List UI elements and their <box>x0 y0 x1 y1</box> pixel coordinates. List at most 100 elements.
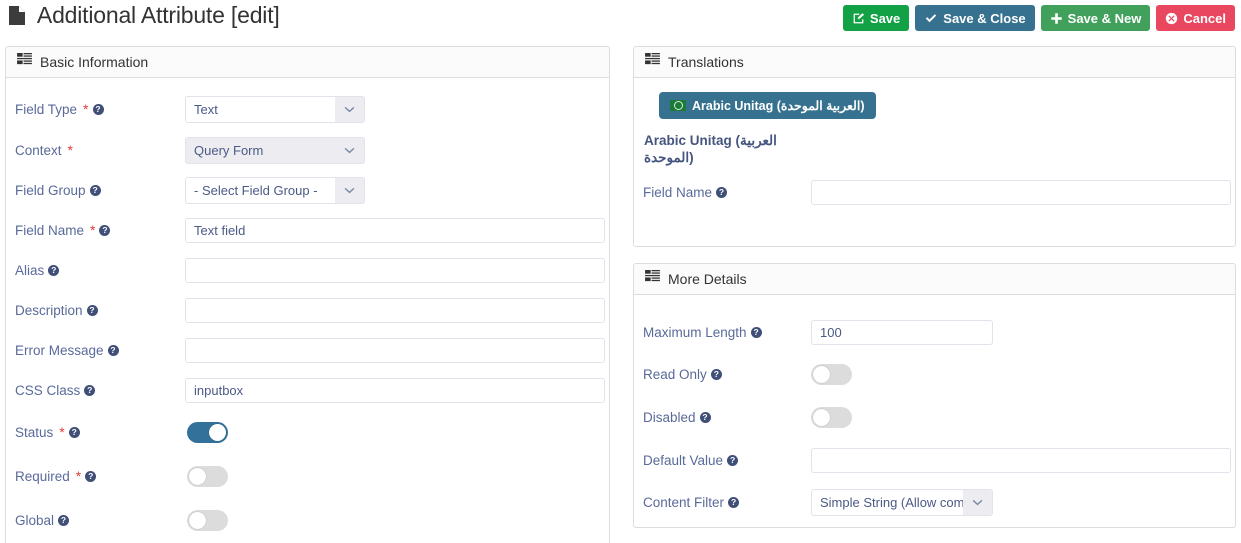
header-button-group: Save Save & Close Save & New Cancel <box>842 5 1235 31</box>
required-asterisk: * <box>83 101 89 117</box>
disabled-toggle[interactable] <box>811 407 852 428</box>
read-only-toggle[interactable] <box>811 364 852 385</box>
help-icon: ? <box>750 326 762 338</box>
content-filter-row: Content Filter ? Simple String (Allow co… <box>634 481 1235 523</box>
tab-arabic-unitag-label: Arabic Unitag (العربية الموحدة) <box>692 99 865 113</box>
plus-icon <box>1050 12 1063 25</box>
help-icon: ? <box>716 186 728 198</box>
more-details-panel-header: More Details <box>634 264 1235 295</box>
field-type-select[interactable]: Text <box>185 95 365 123</box>
required-asterisk: * <box>90 222 96 238</box>
context-row: Context * Query Form <box>6 130 609 170</box>
translations-panel-title: Translations <box>668 54 744 70</box>
alias-input[interactable] <box>185 257 605 283</box>
field-group-row: Field Group ? - Select Field Group - <box>6 170 609 210</box>
tab-arabic-unitag[interactable]: Arabic Unitag (العربية الموحدة) <box>659 92 876 119</box>
maximum-length-input[interactable] <box>811 319 993 345</box>
language-tab-bar: Arabic Unitag (العربية الموحدة) <box>634 92 1235 119</box>
context-select[interactable]: Query Form <box>185 136 365 164</box>
cancel-button[interactable]: Cancel <box>1156 5 1235 31</box>
default-value-input[interactable] <box>811 447 1231 473</box>
help-icon: ? <box>92 103 104 115</box>
error-message-input[interactable] <box>185 337 605 363</box>
save-and-new-button[interactable]: Save & New <box>1040 5 1151 31</box>
error-message-label: Error Message ? <box>15 343 185 358</box>
page-title: Additional Attribute [edit] <box>8 2 280 32</box>
default-value-row: Default Value ? <box>634 439 1235 481</box>
page-title-text: Additional Attribute [edit] <box>36 2 280 28</box>
basic-information-panel: Basic Information Field Type * ? Text Co… <box>5 46 610 543</box>
translations-panel-header: Translations <box>634 47 1235 78</box>
description-row: Description ? <box>6 290 609 330</box>
file-icon <box>8 5 26 32</box>
basic-information-panel-header: Basic Information <box>6 47 609 78</box>
page-header: Additional Attribute [edit] Save Save & … <box>0 0 1241 40</box>
css-class-label: CSS Class ? <box>15 383 185 398</box>
global-toggle[interactable] <box>187 509 228 531</box>
maximum-length-row: Maximum Length ? <box>634 311 1235 353</box>
help-icon: ? <box>89 184 101 196</box>
save-and-close-button[interactable]: Save & Close <box>915 5 1035 31</box>
field-type-label: Field Type * ? <box>15 102 185 117</box>
description-input[interactable] <box>185 297 605 323</box>
required-label: Required * ? <box>15 469 187 484</box>
content-filter-label: Content Filter ? <box>643 495 811 510</box>
required-asterisk: * <box>75 468 82 484</box>
field-name-input[interactable] <box>185 217 605 243</box>
required-asterisk: * <box>67 142 73 158</box>
list-icon <box>17 53 32 71</box>
more-details-panel-body: Maximum Length ? Read Only ? Disabled ? <box>634 295 1235 523</box>
field-type-row: Field Type * ? Text <box>6 88 609 130</box>
field-name-row: Field Name * ? <box>6 210 609 250</box>
status-label: Status * ? <box>15 425 187 440</box>
times-circle-icon <box>1165 12 1178 25</box>
arabic-flag-icon <box>670 100 686 111</box>
help-icon: ? <box>727 454 739 466</box>
help-icon: ? <box>710 369 722 380</box>
help-icon: ? <box>99 224 111 236</box>
save-and-new-button-label: Save & New <box>1067 10 1142 26</box>
translation-field-name-label: Field Name ? <box>643 185 811 200</box>
status-row: Status * ? <box>6 410 609 454</box>
help-icon: ? <box>58 514 70 526</box>
save-and-close-button-label: Save & Close <box>943 10 1026 26</box>
translations-panel: Translations Arabic Unitag (العربية المو… <box>633 46 1236 247</box>
pencil-square-icon <box>852 12 865 25</box>
required-toggle[interactable] <box>187 465 228 487</box>
disabled-row: Disabled ? <box>634 396 1235 439</box>
content-filter-value: Simple String (Allow comma and dot) <box>820 494 963 510</box>
alias-row: Alias ? <box>6 250 609 290</box>
context-label: Context * <box>15 142 73 158</box>
css-class-row: CSS Class ? <box>6 370 609 410</box>
error-message-row: Error Message ? <box>6 330 609 370</box>
required-asterisk: * <box>59 424 65 440</box>
status-toggle[interactable] <box>187 421 228 443</box>
chevron-down-icon <box>963 489 992 515</box>
css-class-input[interactable] <box>185 377 605 403</box>
translation-field-name-row: Field Name ? <box>634 172 1235 212</box>
cancel-button-label: Cancel <box>1183 10 1226 26</box>
translations-panel-body: Arabic Unitag (العربية الموحدة) Arabic U… <box>634 78 1235 212</box>
help-icon: ? <box>85 470 97 482</box>
alias-label: Alias ? <box>15 263 185 278</box>
content-filter-select[interactable]: Simple String (Allow comma and dot) <box>811 488 993 516</box>
list-icon <box>645 53 660 71</box>
more-details-panel: More Details Maximum Length ? Read Only … <box>633 263 1236 528</box>
global-row: Global ? <box>6 498 609 542</box>
basic-information-panel-title: Basic Information <box>40 54 149 70</box>
global-label: Global ? <box>15 513 187 528</box>
list-icon <box>645 270 660 288</box>
field-group-label: Field Group ? <box>15 183 185 198</box>
read-only-label: Read Only ? <box>643 367 811 382</box>
field-group-select[interactable]: - Select Field Group - <box>185 176 365 204</box>
help-icon: ? <box>107 344 119 356</box>
help-icon: ? <box>86 304 98 316</box>
translation-field-name-input[interactable] <box>811 179 1231 205</box>
field-type-value: Text <box>194 101 218 117</box>
save-button[interactable]: Save <box>842 5 910 31</box>
field-group-value: - Select Field Group - <box>194 182 318 198</box>
read-only-row: Read Only ? <box>634 353 1235 396</box>
chevron-down-icon <box>335 177 364 203</box>
default-value-label: Default Value ? <box>643 453 811 468</box>
maximum-length-label: Maximum Length ? <box>643 325 811 340</box>
